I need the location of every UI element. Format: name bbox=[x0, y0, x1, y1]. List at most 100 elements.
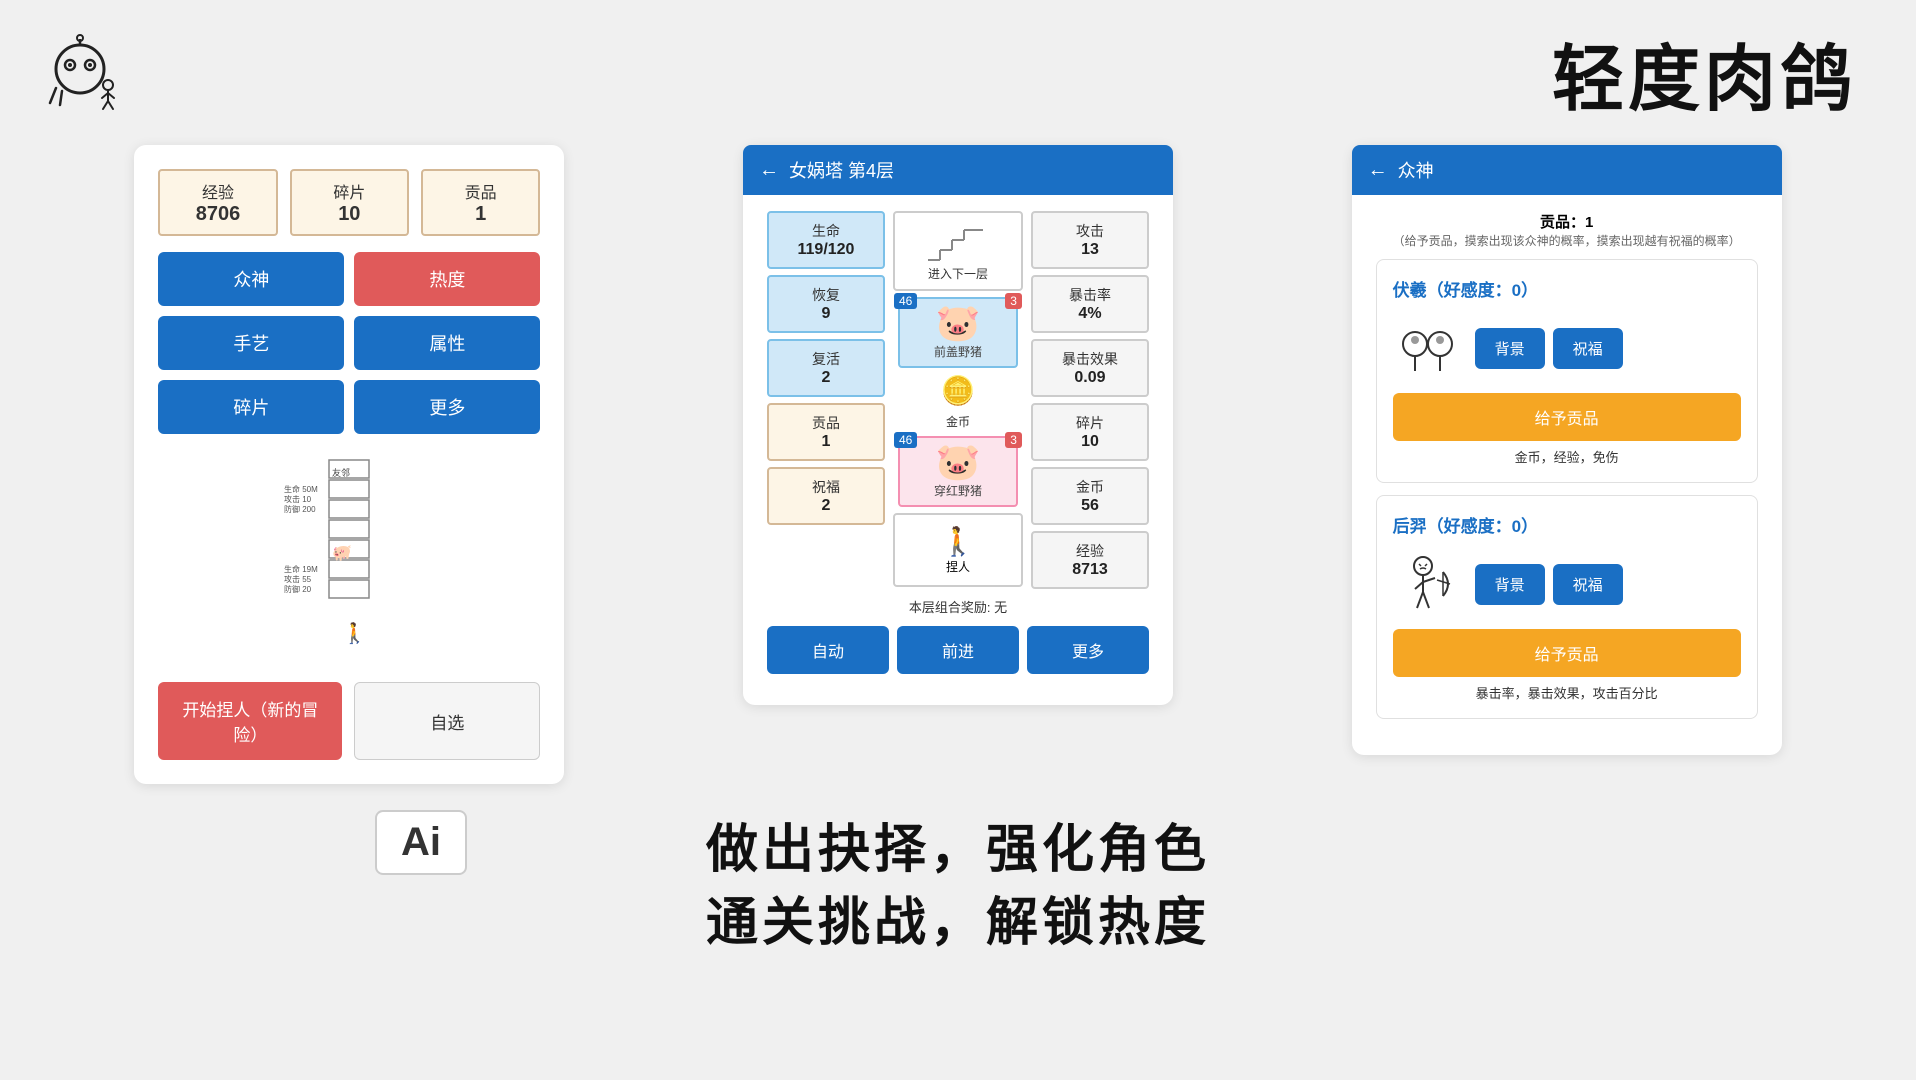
app-title: 轻度肉鸽 bbox=[1552, 20, 1856, 125]
screen3-header: ← 众神 bbox=[1352, 145, 1782, 195]
menu-craft-button[interactable]: 手艺 bbox=[158, 316, 344, 370]
back-arrow-icon[interactable]: ← bbox=[759, 159, 779, 182]
svg-text:防御 200: 防御 200 bbox=[284, 504, 316, 514]
logo-icon bbox=[40, 33, 120, 113]
houyi-avatar-icon bbox=[1395, 552, 1460, 617]
stat-exp-label: 经验 bbox=[164, 179, 271, 203]
dungeon-actions: 自动 前进 更多 bbox=[767, 626, 1149, 674]
screen2-header: ← 女娲塔 第4层 bbox=[743, 145, 1173, 195]
fuxi-background-button[interactable]: 背景 bbox=[1475, 328, 1545, 369]
houyi-give-button[interactable]: 给予贡品 bbox=[1393, 629, 1741, 677]
dungeon-right: 攻击 13 暴击率 4% 暴击效果 0.09 碎片 10 金币 56 bbox=[1031, 211, 1149, 589]
recovery-label: 恢复 bbox=[773, 285, 879, 305]
menu-attr-button[interactable]: 属性 bbox=[354, 316, 540, 370]
god-houyi-avatar bbox=[1393, 549, 1463, 619]
monster2-face: 🐷 bbox=[906, 444, 1010, 480]
monster1-badge-left: 46 bbox=[894, 293, 917, 309]
recovery-value: 9 bbox=[773, 305, 879, 323]
menu-heat-button[interactable]: 热度 bbox=[354, 252, 540, 306]
dungeon-tribute: 贡品 1 bbox=[767, 403, 885, 461]
tribute-sub: （给予贡品，摸索出现该众神的概率，摸索出现越有祝福的概率） bbox=[1376, 232, 1758, 249]
floor-reward: 本层组合奖励: 无 bbox=[767, 597, 1149, 616]
monster2-badge-left: 46 bbox=[894, 432, 917, 448]
monster1-name: 前盖野猪 bbox=[906, 343, 1010, 360]
dungeon-revive: 复活 2 bbox=[767, 339, 885, 397]
god-fuxi-buttons: 背景 祝福 bbox=[1475, 328, 1741, 369]
player-box: 🚶 捏人 bbox=[893, 513, 1023, 587]
advance-button[interactable]: 前进 bbox=[897, 626, 1019, 674]
houyi-reward-text: 暴击率，暴击效果，攻击百分比 bbox=[1393, 683, 1741, 702]
dungeon-crit-rate: 暴击率 4% bbox=[1031, 275, 1149, 333]
menu-shards-button[interactable]: 碎片 bbox=[158, 380, 344, 434]
dungeon-shards: 碎片 10 bbox=[1031, 403, 1149, 461]
stat-experience: 经验 8706 bbox=[158, 169, 277, 236]
back-arrow-gods-icon[interactable]: ← bbox=[1368, 159, 1388, 182]
player-label: 捏人 bbox=[905, 558, 1011, 575]
dungeon-gold: 金币 56 bbox=[1031, 467, 1149, 525]
menu-more-button[interactable]: 更多 bbox=[354, 380, 540, 434]
gold-stat-label: 金币 bbox=[1037, 477, 1143, 497]
monster1-face: 🐷 bbox=[906, 305, 1010, 341]
dungeon-blessing: 祝福 2 bbox=[767, 467, 885, 525]
svg-text:🚶: 🚶 bbox=[342, 621, 367, 645]
self-select-button[interactable]: 自选 bbox=[354, 682, 540, 760]
crit-rate-label: 暴击率 bbox=[1037, 285, 1143, 305]
stat-shards: 碎片 10 bbox=[290, 169, 409, 236]
dungeon-exp: 经验 8713 bbox=[1031, 531, 1149, 589]
action-row: 开始捏人（新的冒险） 自选 bbox=[158, 682, 540, 760]
shards-label: 碎片 bbox=[1037, 413, 1143, 433]
menu-grid: 众神 热度 手艺 属性 碎片 更多 bbox=[158, 252, 540, 434]
attack-label: 攻击 bbox=[1037, 221, 1143, 241]
god-card-houyi: 后羿（好感度：0） bbox=[1376, 495, 1758, 719]
exp-stat-label: 经验 bbox=[1037, 541, 1143, 561]
revive-label: 复活 bbox=[773, 349, 879, 369]
tower-area: 友邻 生命 50M 攻击 10 防御 200 🐖 生命 19M 攻击 55 防御… bbox=[158, 450, 540, 670]
blessing-value: 2 bbox=[773, 497, 879, 515]
monster1-box: 46 3 🐷 前盖野猪 bbox=[898, 297, 1018, 368]
stair-box: 进入下一层 bbox=[893, 211, 1023, 291]
tribute-title: 贡品：1 bbox=[1376, 211, 1758, 232]
dungeon-attack: 攻击 13 bbox=[1031, 211, 1149, 269]
tribute-label: 贡品 bbox=[773, 413, 879, 433]
gods-title: 众神 bbox=[1398, 157, 1434, 183]
monster2-name: 穿红野猪 bbox=[906, 482, 1010, 499]
header: 轻度肉鸽 bbox=[0, 0, 1916, 135]
hp-label: 生命 bbox=[773, 221, 879, 241]
god-houyi-inner: 背景 祝福 bbox=[1393, 549, 1741, 619]
gold-coin-icon: 🪙 bbox=[941, 374, 976, 407]
auto-button[interactable]: 自动 bbox=[767, 626, 889, 674]
hp-value: 119/120 bbox=[773, 241, 879, 259]
god-fuxi-avatar bbox=[1393, 313, 1463, 383]
stat-shards-value: 10 bbox=[296, 203, 403, 226]
crit-effect-value: 0.09 bbox=[1037, 369, 1143, 387]
houyi-background-button[interactable]: 背景 bbox=[1475, 564, 1545, 605]
revive-value: 2 bbox=[773, 369, 879, 387]
bottom-line1: 做出抉择，强化角色 bbox=[20, 814, 1896, 887]
stair-label: 进入下一层 bbox=[928, 265, 988, 282]
svg-text:友邻: 友邻 bbox=[332, 467, 350, 478]
fuxi-give-button[interactable]: 给予贡品 bbox=[1393, 393, 1741, 441]
bottom-line2: 通关挑战，解锁热度 bbox=[20, 887, 1896, 960]
menu-gods-button[interactable]: 众神 bbox=[158, 252, 344, 306]
svg-text:生命 19M: 生命 19M bbox=[284, 564, 318, 574]
tribute-value: 1 bbox=[773, 433, 879, 451]
god-houyi-title: 后羿（好感度：0） bbox=[1393, 512, 1741, 537]
god-houyi-buttons: 背景 祝福 bbox=[1475, 564, 1741, 605]
svg-text:防御 20: 防御 20 bbox=[284, 584, 312, 594]
dungeon-more-button[interactable]: 更多 bbox=[1027, 626, 1149, 674]
fuxi-blessing-button[interactable]: 祝福 bbox=[1553, 328, 1623, 369]
crit-effect-label: 暴击效果 bbox=[1037, 349, 1143, 369]
tribute-info: 贡品：1 （给予贡品，摸索出现该众神的概率，摸索出现越有祝福的概率） bbox=[1376, 211, 1758, 249]
houyi-blessing-button[interactable]: 祝福 bbox=[1553, 564, 1623, 605]
dungeon-hp: 生命 119/120 bbox=[767, 211, 885, 269]
gold-stat-value: 56 bbox=[1037, 497, 1143, 515]
svg-text:生命 50M: 生命 50M bbox=[284, 484, 318, 494]
god-card-fuxi: 伏羲（好感度：0） 背景 祝福 给予贡品 bbox=[1376, 259, 1758, 483]
stats-row: 经验 8706 碎片 10 贡品 1 bbox=[158, 169, 540, 236]
dungeon-title: 女娲塔 第4层 bbox=[789, 157, 894, 183]
start-new-button[interactable]: 开始捏人（新的冒险） bbox=[158, 682, 342, 760]
dungeon-recovery: 恢复 9 bbox=[767, 275, 885, 333]
stat-exp-value: 8706 bbox=[164, 203, 271, 226]
god-fuxi-inner: 背景 祝福 bbox=[1393, 313, 1741, 383]
stair-icon bbox=[928, 220, 988, 265]
